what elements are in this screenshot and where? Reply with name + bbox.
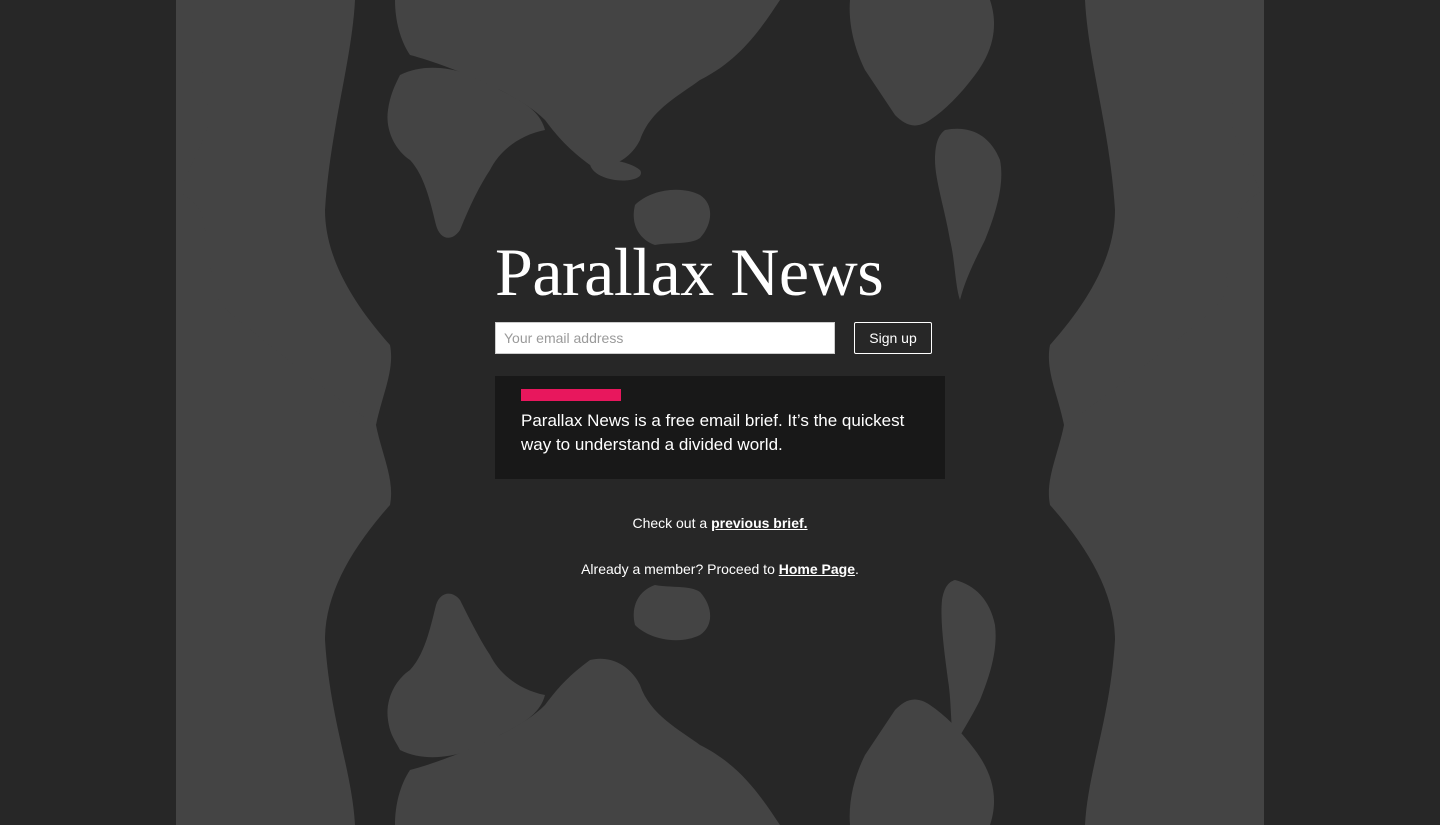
continent-australia-lower — [633, 585, 711, 641]
head-silhouette-right-lower — [1048, 425, 1264, 825]
signup-panel: Parallax News Sign up Parallax News is a… — [495, 234, 945, 577]
previous-brief-line: Check out a previous brief. — [495, 514, 945, 532]
home-page-link[interactable]: Home Page — [779, 561, 855, 577]
member-line: Already a member? Proceed to Home Page. — [495, 560, 945, 578]
brief-description-box: Parallax News is a free email brief. It’… — [495, 376, 945, 479]
head-silhouette-left-lower — [176, 425, 392, 825]
continent-south-america-lower — [941, 580, 996, 745]
email-field[interactable] — [495, 322, 835, 354]
brief-description: Parallax News is a free email brief. It’… — [521, 411, 905, 454]
island-sumatra-borneo — [589, 159, 641, 181]
site-logo: Parallax News — [495, 234, 884, 310]
previous-brief-prefix: Check out a — [632, 515, 712, 531]
accent-bar — [521, 389, 621, 401]
member-suffix: . — [855, 561, 859, 577]
previous-brief-link[interactable]: previous brief. — [711, 515, 807, 531]
continent-north-america — [849, 0, 995, 126]
signup-form: Sign up — [495, 322, 945, 354]
landing-page: Parallax News Sign up Parallax News is a… — [0, 0, 1440, 825]
signup-button[interactable]: Sign up — [854, 322, 932, 354]
continent-north-america-lower — [849, 699, 995, 825]
member-prefix: Already a member? Proceed to — [581, 561, 779, 577]
